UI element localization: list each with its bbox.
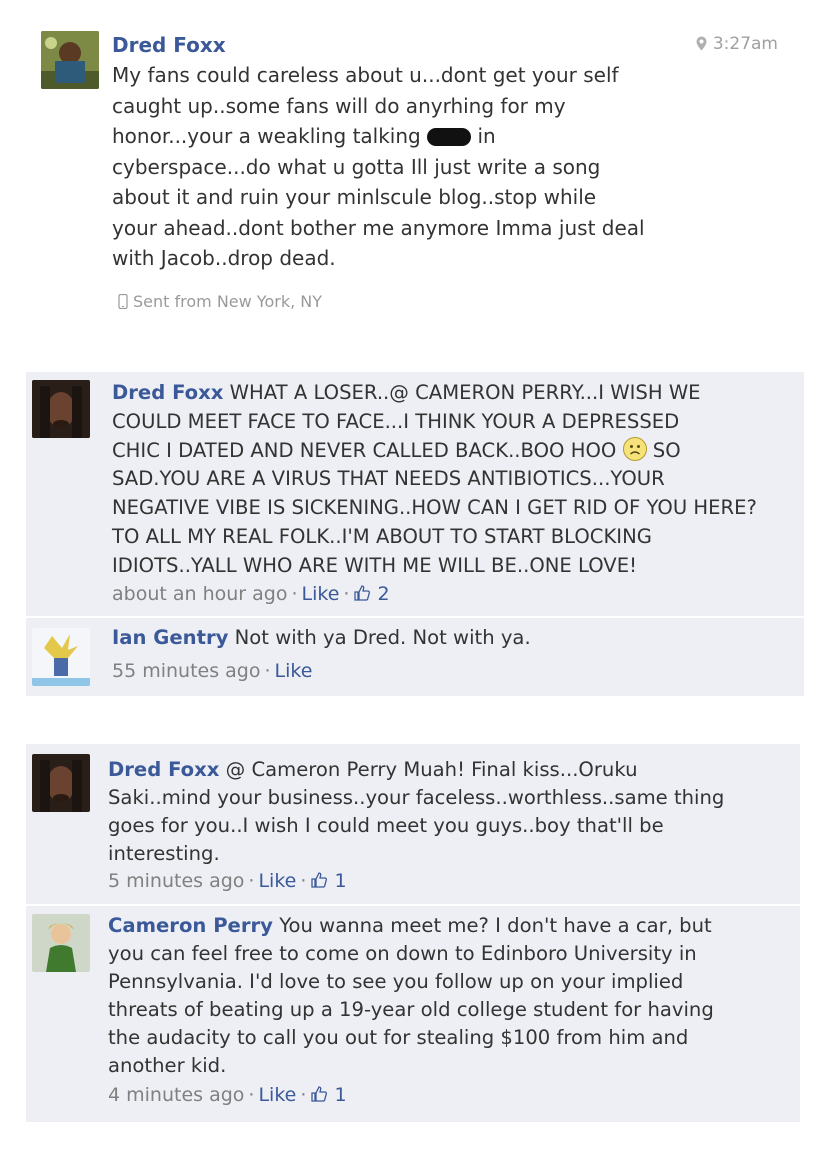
comment-thread: Dred Foxx @ Cameron Perry Muah! Final ki… (26, 744, 800, 1122)
comment-text: Dred Foxx WHAT A LOSER..@ CAMERON PERRY.… (112, 381, 757, 577)
comment-author[interactable]: Ian Gentry (112, 626, 228, 649)
comment-author[interactable]: Cameron Perry (108, 914, 273, 937)
post-message: My fans could careless about u...dont ge… (112, 63, 645, 270)
avatar[interactable] (32, 380, 90, 438)
avatar[interactable] (41, 31, 99, 89)
avatar[interactable] (32, 914, 90, 972)
comment-meta: 55 minutes ago · Like (112, 660, 313, 682)
comment-meta: about an hour ago · Like · 2 (112, 583, 390, 605)
like-count[interactable]: 2 (353, 583, 390, 605)
comment: Dred Foxx @ Cameron Perry Muah! Final ki… (26, 744, 800, 906)
comment-text: Dred Foxx @ Cameron Perry Muah! Final ki… (108, 758, 725, 865)
avatar[interactable] (32, 628, 90, 686)
comment-meta: 4 minutes ago · Like · 1 (108, 1084, 347, 1106)
post-author[interactable]: Dred Foxx (112, 30, 692, 60)
comment-timestamp[interactable]: 55 minutes ago (112, 660, 261, 682)
status-post: Dred Foxx My fans could careless about u… (0, 0, 828, 340)
post-timestamp[interactable]: 3:27am (696, 34, 778, 54)
like-button[interactable]: Like (258, 870, 296, 892)
comment-author[interactable]: Dred Foxx (108, 758, 219, 781)
comment-meta: 5 minutes ago · Like · 1 (108, 870, 347, 892)
comment-text: Cameron Perry You wanna meet me? I don't… (108, 914, 714, 1077)
comment: Ian Gentry Not with ya Dred. Not with ya… (26, 618, 804, 696)
like-count[interactable]: 1 (310, 870, 347, 892)
comment: Cameron Perry You wanna meet me? I don't… (26, 906, 800, 1122)
mobile-phone-icon (118, 293, 128, 310)
sent-from: Sent from New York, NY (118, 292, 322, 311)
avatar[interactable] (32, 754, 90, 812)
comment-thread: Dred Foxx WHAT A LOSER..@ CAMERON PERRY.… (26, 372, 804, 696)
location-pin-icon (696, 36, 707, 51)
redaction-blot (427, 128, 472, 146)
like-button[interactable]: Like (275, 660, 313, 682)
comment-timestamp[interactable]: 5 minutes ago (108, 870, 244, 892)
post-body: Dred Foxx My fans could careless about u… (112, 30, 692, 274)
comment-author[interactable]: Dred Foxx (112, 381, 223, 404)
thumbs-up-icon (311, 1086, 328, 1102)
comment: Dred Foxx WHAT A LOSER..@ CAMERON PERRY.… (26, 372, 804, 618)
comment-timestamp[interactable]: 4 minutes ago (108, 1084, 244, 1106)
like-button[interactable]: Like (258, 1084, 296, 1106)
thumbs-up-icon (311, 872, 328, 888)
frown-emoticon-icon (622, 436, 647, 461)
like-count[interactable]: 1 (310, 1084, 347, 1106)
comment-text: Ian Gentry Not with ya Dred. Not with ya… (112, 626, 531, 649)
thumbs-up-icon (354, 585, 371, 601)
like-button[interactable]: Like (302, 583, 340, 605)
comment-timestamp[interactable]: about an hour ago (112, 583, 287, 605)
